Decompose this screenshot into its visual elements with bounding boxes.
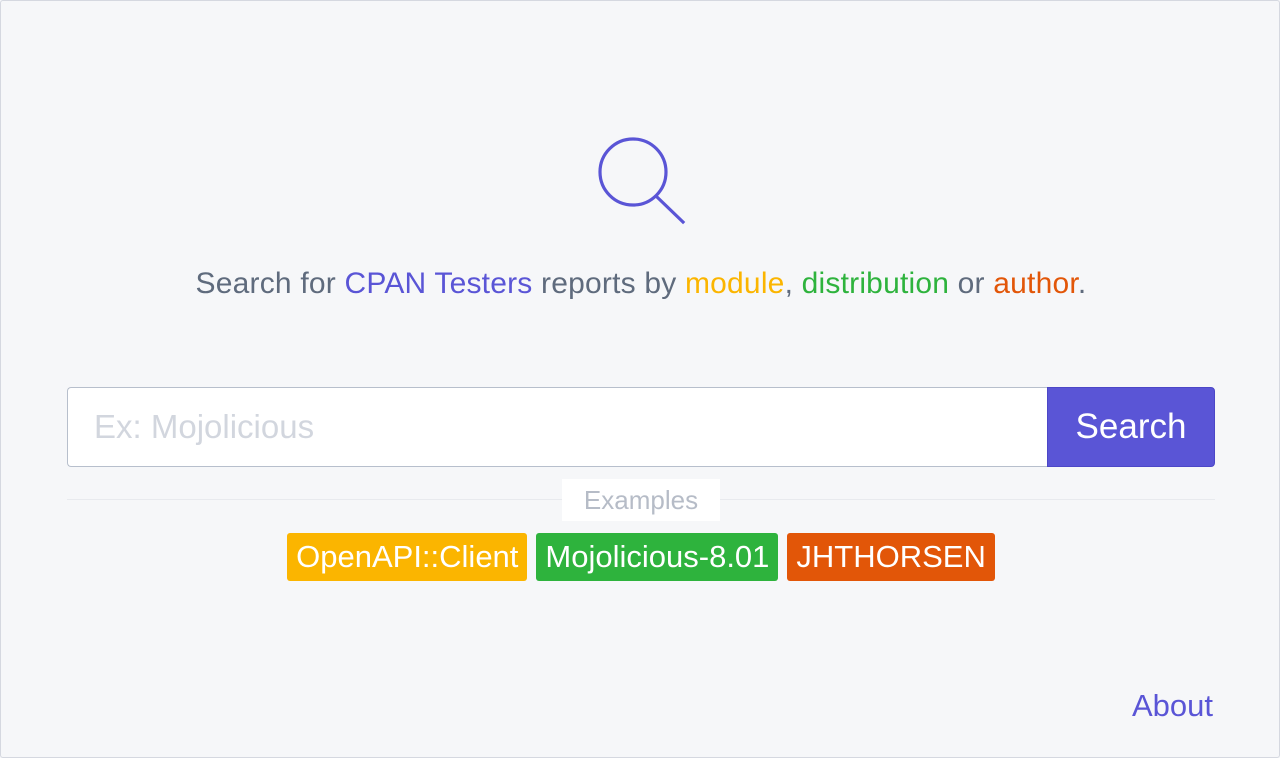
- tagline-period: .: [1077, 267, 1087, 300]
- tagline-distribution: distribution: [801, 267, 950, 300]
- tagline-cpan-testers: CPAN Testers: [344, 267, 533, 300]
- search-button[interactable]: Search: [1047, 387, 1215, 467]
- magnifier-icon: [597, 135, 687, 225]
- tagline: Search for CPAN Testers reports by modul…: [1, 263, 1280, 305]
- tagline-module: module: [684, 267, 785, 300]
- search-input[interactable]: [67, 387, 1047, 467]
- tagline-prefix: Search for: [195, 267, 345, 300]
- examples-label: Examples: [562, 479, 720, 521]
- example-author-tag[interactable]: JHTHORSEN: [787, 533, 995, 581]
- tagline-comma: ,: [784, 267, 802, 300]
- tagline-or: or: [949, 267, 994, 300]
- search-form: Search: [67, 387, 1215, 467]
- tagline-mid: reports by: [532, 267, 685, 300]
- examples-list: OpenAPI::Client Mojolicious-8.01 JHTHORS…: [1, 533, 1280, 581]
- example-module-tag[interactable]: OpenAPI::Client: [287, 533, 528, 581]
- example-distribution-tag[interactable]: Mojolicious-8.01: [536, 533, 779, 581]
- tagline-author: author: [993, 267, 1078, 300]
- app-frame: Search for CPAN Testers reports by modul…: [0, 0, 1280, 758]
- about-link[interactable]: About: [1132, 685, 1213, 727]
